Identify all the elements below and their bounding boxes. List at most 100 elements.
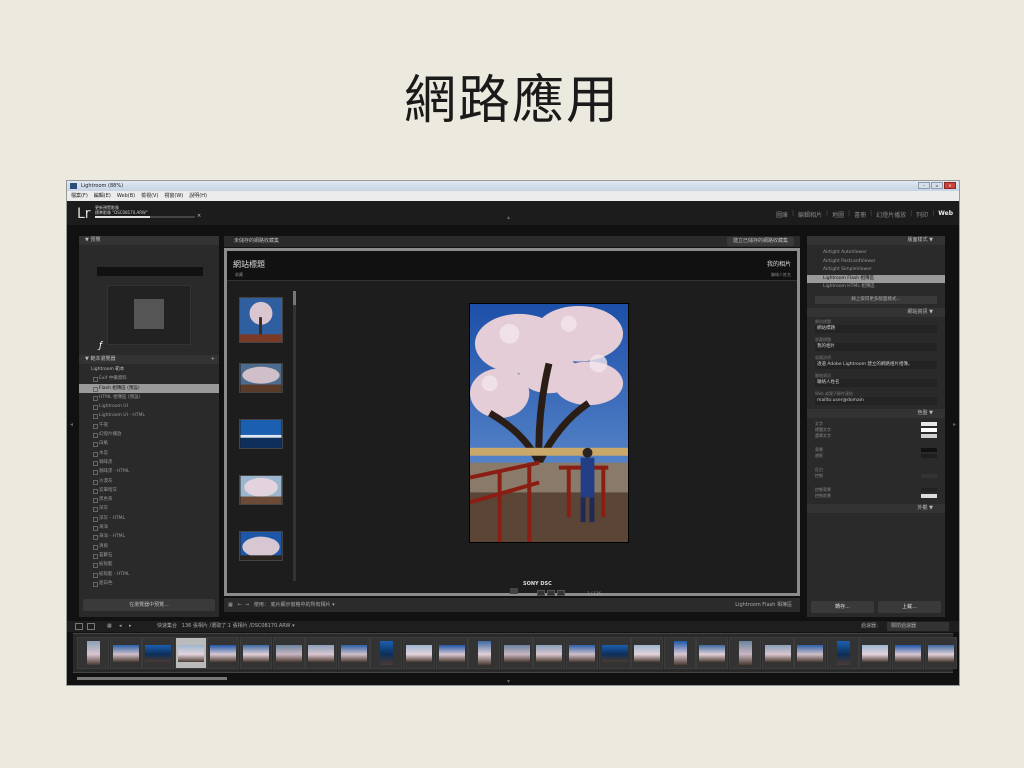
color-swatch[interactable] [921, 473, 937, 478]
filmstrip-thumb[interactable] [761, 637, 794, 669]
field-value[interactable]: 網站標題 [815, 324, 937, 333]
filmstrip-thumb[interactable] [663, 637, 696, 669]
grid-view-icon[interactable]: ▦ [107, 621, 112, 632]
template-item[interactable]: 深灰 [79, 504, 219, 513]
back-arrow-icon[interactable]: ← [238, 602, 242, 608]
layout-item[interactable]: Lightroom HTML 相簿區 [807, 283, 945, 292]
template-item[interactable]: 紡殼藍 [79, 560, 219, 569]
collapse-bottom-icon[interactable]: ▾ [507, 678, 510, 685]
forward-icon[interactable]: ▸ [129, 621, 132, 632]
filmstrip-thumb[interactable] [794, 637, 827, 669]
template-item[interactable]: 幻燈片播放 [79, 430, 219, 439]
export-button[interactable]: 轉存... [811, 601, 874, 613]
filmstrip-thumb[interactable] [566, 637, 598, 669]
filmstrip-thumb[interactable] [207, 637, 240, 669]
template-item[interactable]: 白紙 [79, 439, 219, 448]
menu-window[interactable]: 視窗(W) [164, 191, 183, 201]
gallery-thumb[interactable] [239, 297, 283, 343]
filmstrip-thumb[interactable] [631, 637, 664, 669]
color-swatch[interactable] [921, 467, 937, 472]
main-window-icon[interactable] [75, 623, 83, 630]
layout-item[interactable]: Airtight PostcardViewer [807, 258, 945, 267]
filmstrip-thumb[interactable] [892, 637, 924, 669]
template-item[interactable]: 黑色系 [79, 495, 219, 504]
menu-view[interactable]: 檢視(V) [141, 191, 158, 201]
add-template-icon[interactable]: + [211, 355, 215, 364]
color-swatch[interactable] [921, 447, 937, 452]
template-item[interactable]: 清爽 [79, 542, 219, 551]
template-item[interactable]: 木炭 [79, 449, 219, 458]
template-item[interactable]: HTML 相簿區 (預設) [79, 393, 219, 402]
collapse-right-icon[interactable]: ▸ [953, 421, 956, 428]
module-3[interactable]: 書冊 [854, 210, 866, 219]
template-item[interactable]: Flash 相簿區 (預設) [79, 383, 219, 393]
site-info-header[interactable]: 網站資訊 ▼ [807, 307, 945, 317]
filmstrip-thumb[interactable] [337, 637, 370, 669]
filmstrip-thumb[interactable] [729, 637, 761, 669]
layout-item[interactable]: Airtight SimpleViewer [807, 266, 945, 275]
template-item[interactable]: 海洋 - HTML [79, 532, 219, 541]
use-scope-dropdown[interactable]: 底片顯示窗格中的所有相片 [271, 602, 331, 608]
template-item[interactable]: 海洋 [79, 523, 219, 532]
template-browser-header[interactable]: ▼ 範本瀏覽器 + [79, 355, 219, 364]
collapse-left-icon[interactable]: ◂ [70, 421, 73, 428]
second-window-icon[interactable] [87, 623, 95, 630]
filmstrip-thumb[interactable] [598, 637, 631, 669]
template-item[interactable]: Lightroom UI [79, 402, 219, 411]
close-button[interactable]: × [944, 182, 956, 189]
layout-style-header[interactable]: 版面樣式 ▼ [807, 236, 945, 245]
color-swatch[interactable] [921, 421, 937, 426]
contact-name[interactable]: 聯絡人姓名 [771, 272, 791, 278]
menu-help[interactable]: 說明(H) [189, 191, 207, 201]
gallery-thumb[interactable] [239, 363, 283, 393]
collapse-top-icon[interactable]: ▴ [507, 214, 510, 221]
filmstrip-thumb[interactable] [924, 637, 957, 669]
filmstrip-scrollbar[interactable] [77, 677, 227, 680]
color-swatch[interactable] [921, 453, 937, 458]
template-item[interactable]: 午夜 [79, 421, 219, 430]
preview-panel-header[interactable]: ▼ 預覽 [79, 236, 219, 245]
module-0[interactable]: 圖庫 [776, 210, 788, 219]
create-saved-collection-button[interactable]: 建立已儲存的網路收藏集 [726, 237, 794, 246]
filmstrip-thumb[interactable] [403, 637, 435, 669]
module-5[interactable]: 列印 [916, 210, 928, 219]
template-folder[interactable]: Lightroom 範本 [79, 365, 219, 374]
appearance-header[interactable]: 外觀 ▼ [807, 503, 945, 513]
filmstrip-thumb[interactable] [174, 637, 207, 669]
gallery-thumb[interactable] [239, 419, 283, 449]
filmstrip-thumb[interactable] [77, 637, 109, 669]
template-item[interactable]: 咖啡黑 - HTML [79, 467, 219, 476]
module-6[interactable]: Web [938, 210, 953, 219]
gallery-thumb[interactable] [239, 475, 283, 505]
color-swatch[interactable] [921, 493, 937, 498]
grid-icon[interactable]: ▦ [228, 602, 233, 608]
color-swatch[interactable] [921, 433, 937, 438]
fullscreen-icon[interactable] [510, 588, 518, 594]
play-icon[interactable] [547, 590, 555, 596]
filmstrip-thumb[interactable] [468, 637, 501, 669]
template-item[interactable]: Exif 中繼資料 [79, 374, 219, 383]
template-item[interactable]: 深灰 - HTML [79, 514, 219, 523]
thumbnail-scrollbar[interactable] [293, 291, 296, 581]
layout-item[interactable]: Lightroom Flash 相簿區 [807, 274, 945, 283]
next-icon[interactable] [557, 590, 565, 596]
gallery-thumb[interactable] [239, 531, 283, 561]
menu-web[interactable]: Web(B) [117, 191, 135, 201]
menu-file[interactable]: 檔案(F) [71, 191, 88, 201]
upload-button[interactable]: 上載... [878, 601, 941, 613]
template-item[interactable]: 炭筆暗灰 [79, 486, 219, 495]
thumbnail-scroll-thumb[interactable] [293, 291, 296, 305]
field-value[interactable]: 我的相片 [815, 342, 937, 351]
filmstrip-thumb[interactable] [696, 637, 729, 669]
previous-icon[interactable] [537, 590, 545, 596]
cancel-progress-icon[interactable]: × [197, 213, 201, 219]
module-2[interactable]: 地圖 [832, 210, 844, 219]
module-1[interactable]: 編輯相片 [798, 210, 822, 219]
template-item[interactable]: 紡殼藍 - HTML [79, 570, 219, 579]
color-palette-header[interactable]: 色盤 ▼ [807, 408, 945, 418]
filmstrip-thumb[interactable] [305, 637, 338, 669]
filmstrip-thumb[interactable] [142, 637, 175, 669]
template-item[interactable]: 咖啡黑 [79, 458, 219, 467]
field-value[interactable]: mailto:user@domain [815, 396, 937, 405]
template-item[interactable]: 苔蘚石 [79, 551, 219, 560]
